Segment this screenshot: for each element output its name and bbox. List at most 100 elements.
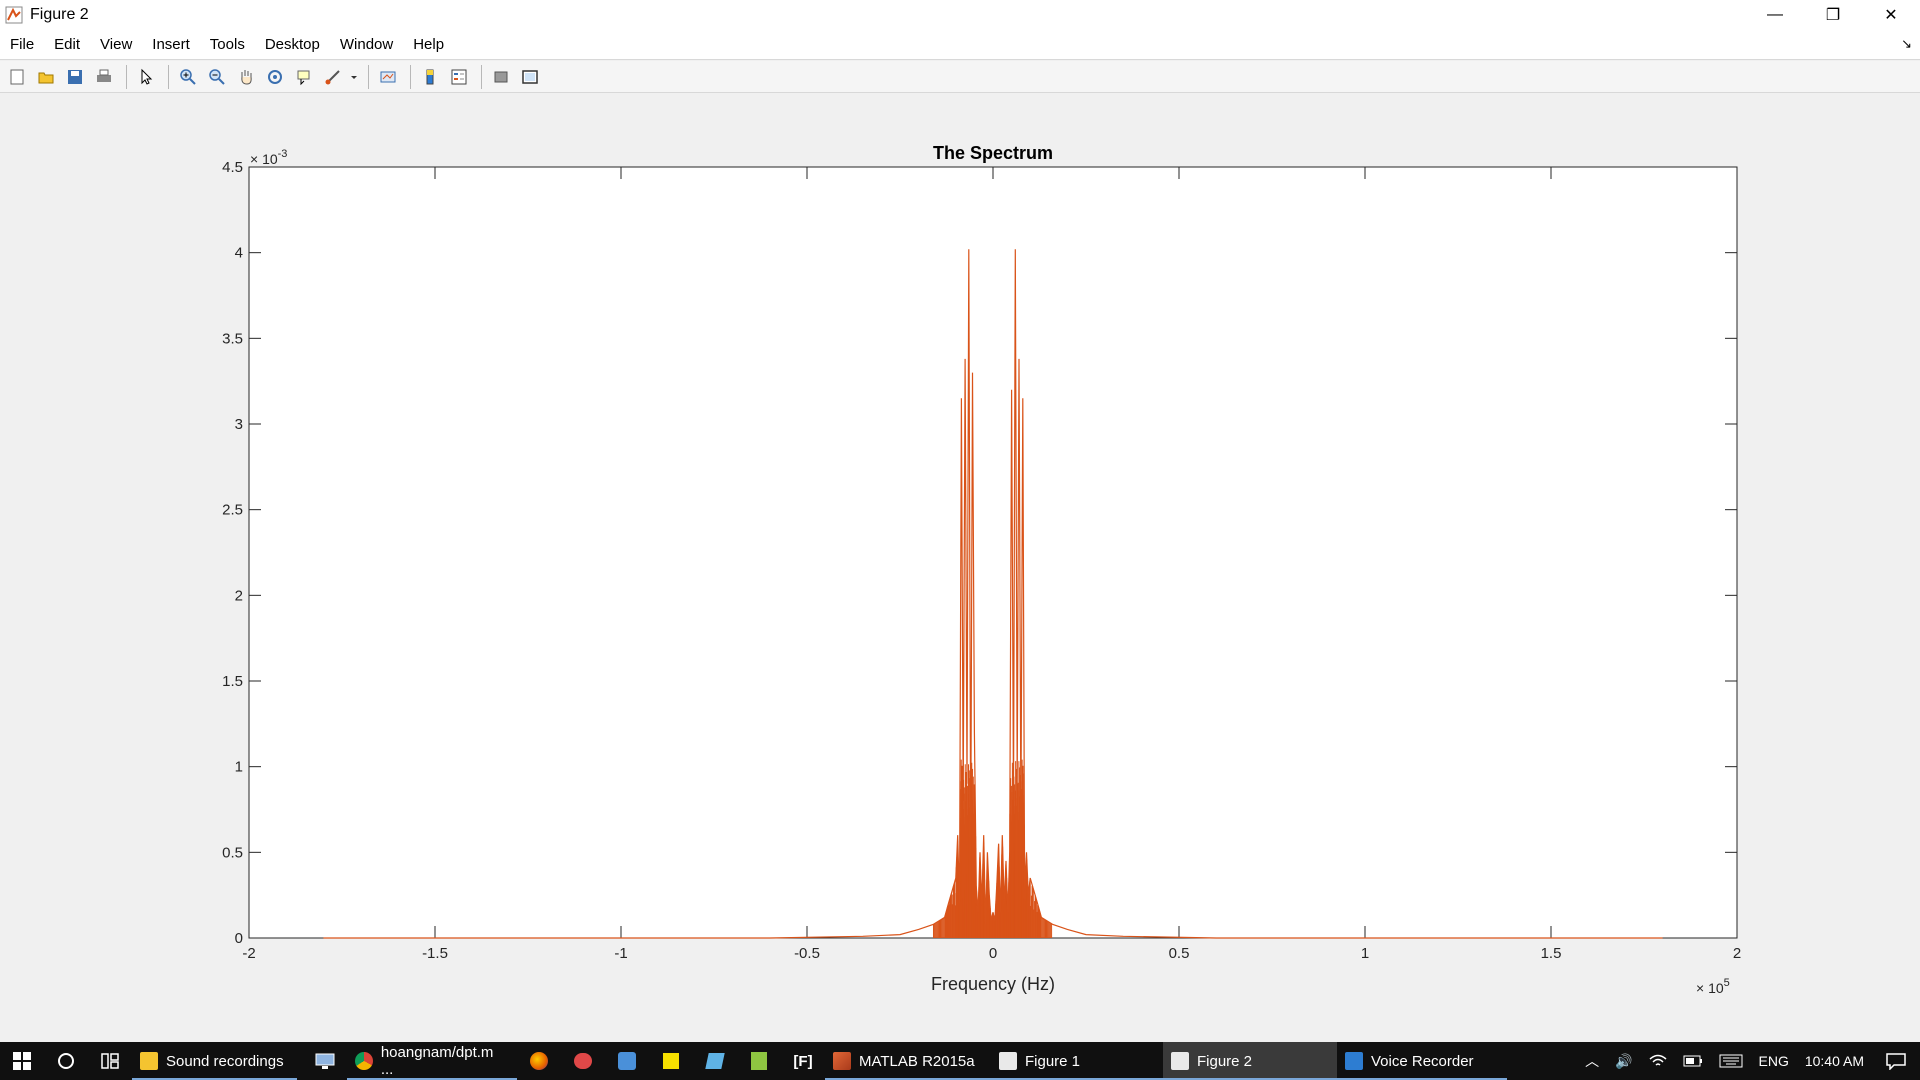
input-language[interactable]: ENG [1751,1042,1797,1080]
close-button[interactable]: ✕ [1862,0,1920,30]
zoom-in-icon[interactable] [175,64,201,90]
x-axis-label: Frequency (Hz) [931,974,1055,994]
taskbar-app-label: Figure 2 [1197,1052,1253,1070]
colorbar-icon[interactable] [417,64,443,90]
taskbar-app-label: Sound recordings [166,1052,284,1070]
matlab-figure-icon [999,1052,1017,1070]
toolbar-separator [368,64,369,89]
matlab-figure-icon [4,5,24,25]
battery-icon[interactable] [1675,1042,1711,1080]
data-cursor-icon[interactable] [291,64,317,90]
task-view-icon[interactable] [88,1042,132,1080]
hide-plot-tools-icon[interactable] [488,64,514,90]
y-tick-label: 0.5 [222,844,243,861]
rotate-3d-icon[interactable] [262,64,288,90]
matlab-icon [833,1052,851,1070]
dock-arrow-icon[interactable]: ↘ [1901,36,1912,52]
figure-canvas[interactable]: -2 -1.5 -1 -0.5 0 0.5 1 1.5 2 0 0.5 1 1.5 2 2.5 3 3.5 4 4.… [0,94,1920,1042]
window-titlebar: Figure 2 — ❐ ✕ [0,0,1920,30]
clock[interactable]: 10:40 AM [1797,1042,1872,1080]
toolbar-separator [481,64,482,89]
x-tick-label: 1.5 [1541,945,1562,962]
toolbar-separator [126,64,127,89]
remote-desktop-icon[interactable] [303,1042,347,1080]
y-tick-label: 1.5 [222,673,243,690]
menu-file[interactable]: File [0,30,44,60]
x-tick-label: 0 [989,945,997,962]
taskbar-app-figure-1[interactable]: Figure 1 [991,1042,1163,1080]
y-tick-label: 2.5 [222,502,243,519]
menu-view[interactable]: View [90,30,142,60]
taskbar-app-chrome[interactable]: hoangnam/dpt.m ... [347,1042,517,1080]
y-tick-label: 0 [235,930,243,947]
taskbar-app-label: hoangnam/dpt.m ... [380,1044,494,1078]
menu-edit[interactable]: Edit [44,30,90,60]
system-tray: ︿ 🔊 ENG 10:40 AM [1577,1042,1920,1080]
legend-icon[interactable] [446,64,472,90]
axes-box[interactable] [248,166,1738,939]
brush-dropdown-icon[interactable] [349,64,359,90]
x-tick-label: 2 [1733,945,1741,962]
wifi-icon[interactable] [1641,1042,1675,1080]
taskbar-app-label: Voice Recorder [1371,1052,1474,1070]
sticky-notes-icon[interactable] [649,1042,693,1080]
menu-bar: File Edit View Insert Tools Desktop Wind… [0,30,1920,60]
pointer-icon[interactable] [133,64,159,90]
y-tick-label: 3.5 [222,330,243,347]
action-center-icon[interactable] [1872,1042,1920,1080]
window-title: Figure 2 [30,6,89,23]
spectrum-chart[interactable]: -2 -1.5 -1 -0.5 0 0.5 1 1.5 2 0 0.5 1 1.5 2 2.5 3 3.5 4 4.… [0,94,1920,1042]
cortana-search-icon[interactable] [44,1042,88,1080]
taskbar-app-matlab[interactable]: MATLAB R2015a [825,1042,991,1080]
open-file-icon[interactable] [33,64,59,90]
chevron-up-icon[interactable]: ︿ [1577,1042,1607,1080]
taskbar-app-label: MATLAB R2015a [859,1052,975,1070]
y-axis-multiplier: × 10-3 [250,148,287,167]
y-tick-label: 4.5 [222,159,243,176]
show-plot-tools-icon[interactable] [517,64,543,90]
menu-window[interactable]: Window [330,30,403,60]
menu-help[interactable]: Help [403,30,454,60]
figure-toolbar [0,61,1920,93]
windows-start-icon[interactable] [0,1042,44,1080]
brush-icon[interactable] [320,64,346,90]
x-tick-label: -1.5 [422,945,448,962]
fi-app-icon[interactable]: [F] [781,1042,825,1080]
x-tick-label: 1 [1361,945,1369,962]
matlab-figure-icon [1171,1052,1189,1070]
y-tick-label: 3 [235,416,243,433]
x-tick-label: 0.5 [1169,945,1190,962]
y-tick-label: 1 [235,759,243,776]
new-figure-icon[interactable] [4,64,30,90]
taskbar-app-sound-recordings[interactable]: Sound recordings [132,1042,297,1080]
x-tick-label: -0.5 [794,945,820,962]
taskbar-app-figure-2[interactable]: Figure 2 [1163,1042,1337,1080]
menu-insert[interactable]: Insert [142,30,200,60]
firefox-icon[interactable] [517,1042,561,1080]
taskbar-app-label: Figure 1 [1025,1052,1081,1070]
link-plot-icon[interactable] [375,64,401,90]
menu-desktop[interactable]: Desktop [255,30,330,60]
y-tick-label: 2 [235,587,243,604]
folder-icon [140,1052,158,1070]
print-icon[interactable] [91,64,117,90]
toolbar-separator [168,64,169,89]
x-tick-label: -1 [614,945,627,962]
photos-icon[interactable] [605,1042,649,1080]
zoom-out-icon[interactable] [204,64,230,90]
microphone-icon [1345,1052,1363,1070]
taskbar-app-voice-recorder[interactable]: Voice Recorder [1337,1042,1507,1080]
y-tick-label: 4 [235,245,243,262]
restore-button[interactable]: ❐ [1804,0,1862,30]
x-tick-label: -2 [242,945,255,962]
menu-tools[interactable]: Tools [200,30,255,60]
volume-icon[interactable]: 🔊 [1607,1042,1640,1080]
save-icon[interactable] [62,64,88,90]
minimize-button[interactable]: — [1746,0,1804,30]
notes-icon[interactable] [693,1042,737,1080]
windows-taskbar: Sound recordings hoangnam/dpt.m ... [F] … [0,1042,1920,1080]
pan-hand-icon[interactable] [233,64,259,90]
paint-icon[interactable] [561,1042,605,1080]
keyboard-icon[interactable] [1711,1042,1751,1080]
notepad-plus-icon[interactable] [737,1042,781,1080]
